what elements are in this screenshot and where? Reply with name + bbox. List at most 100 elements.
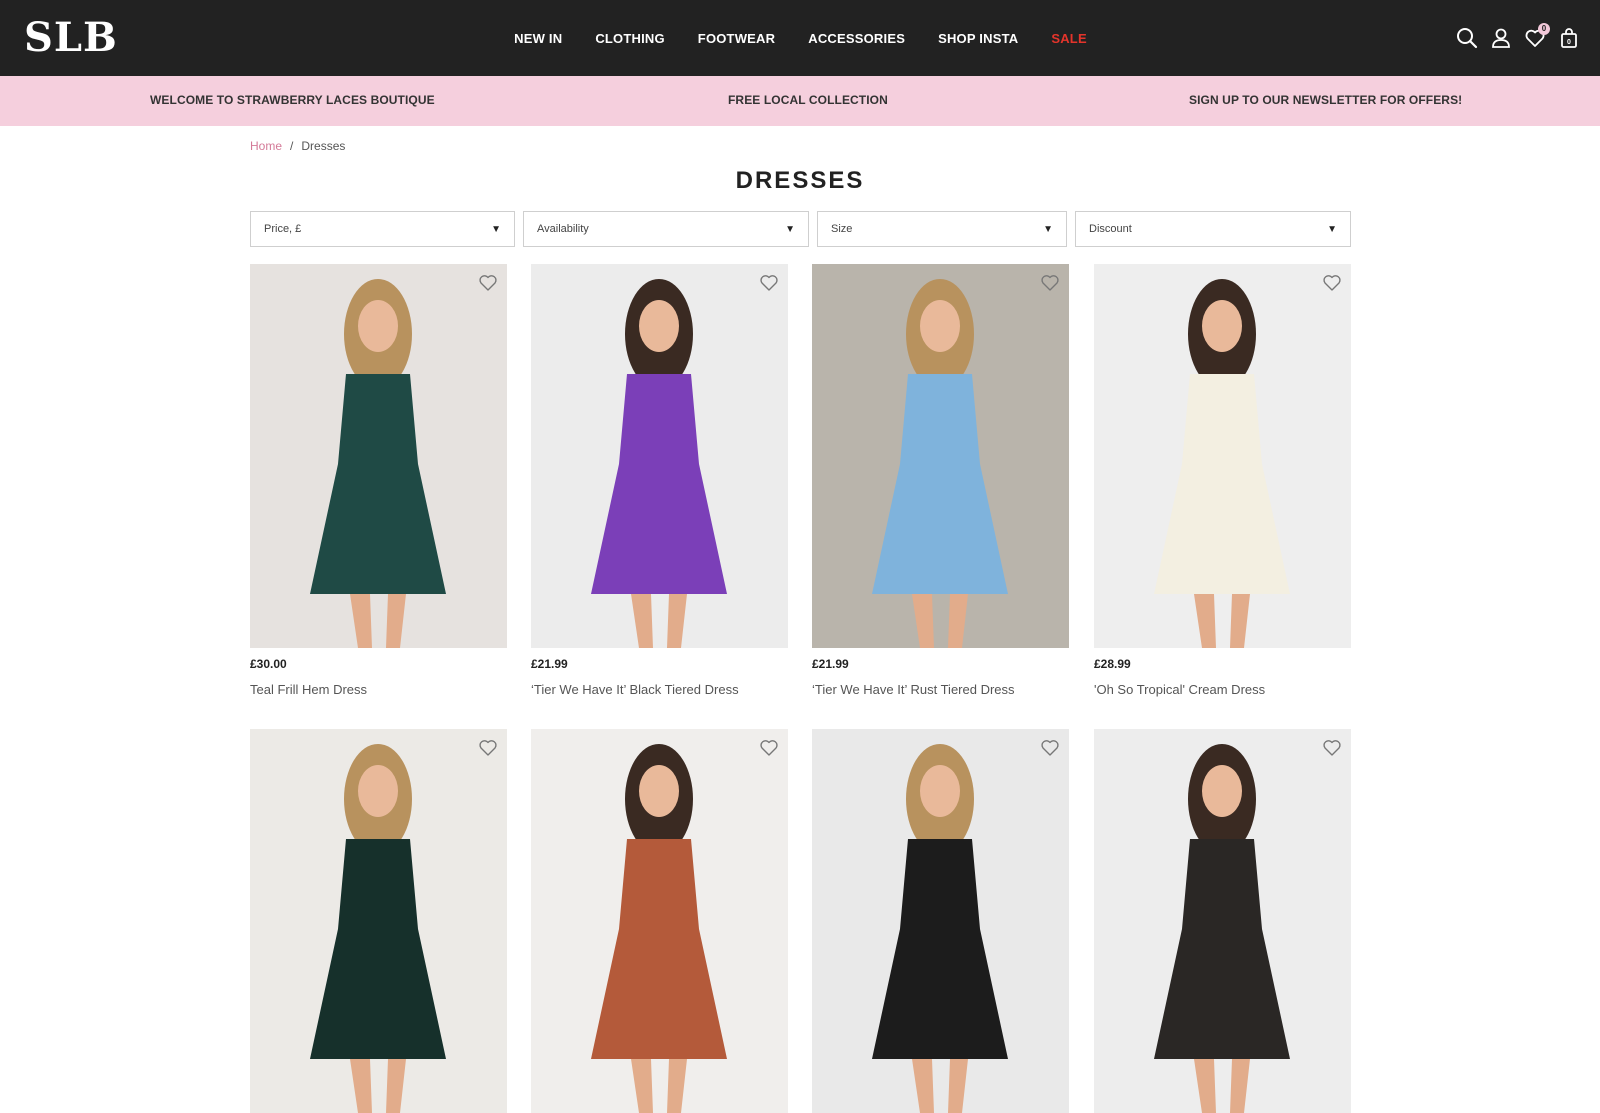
nav-new-in[interactable]: NEW IN	[514, 31, 562, 46]
model-figure	[1154, 279, 1290, 648]
product-card[interactable]	[250, 729, 507, 1113]
filter-size[interactable]: Size ▼	[817, 211, 1067, 247]
product-price: £30.00	[250, 657, 287, 671]
wishlist-heart-icon[interactable]	[478, 273, 498, 293]
breadcrumb: Home / Dresses	[250, 139, 345, 153]
product-card[interactable]: £21.99 ‘Tier We Have It’ Rust Tiered Dre…	[812, 264, 1069, 697]
chevron-down-icon: ▼	[785, 223, 795, 235]
wishlist-heart-icon[interactable]	[478, 738, 498, 758]
wishlist-heart-icon[interactable]	[1040, 738, 1060, 758]
model-dress	[1154, 839, 1290, 1059]
model-legs	[631, 1059, 687, 1113]
chevron-down-icon: ▼	[1327, 223, 1337, 235]
promo-collection[interactable]: FREE LOCAL COLLECTION	[728, 93, 888, 107]
model-face	[920, 765, 960, 817]
model-legs	[1194, 1059, 1250, 1113]
product-card[interactable]: £30.00 Teal Frill Hem Dress	[250, 264, 507, 697]
product-price: £28.99	[1094, 657, 1131, 671]
wishlist-icon[interactable]: 0	[1524, 23, 1550, 49]
wishlist-heart-icon[interactable]	[759, 738, 779, 758]
nav-shop-insta[interactable]: SHOP INSTA	[938, 31, 1018, 46]
model-face	[1202, 765, 1242, 817]
wishlist-heart-icon[interactable]	[1322, 273, 1342, 293]
model-legs	[350, 1059, 406, 1113]
product-image[interactable]	[812, 729, 1069, 1113]
model-legs	[912, 1059, 968, 1113]
promo-strip: WELCOME TO STRAWBERRY LACES BOUTIQUE FRE…	[0, 76, 1600, 126]
product-name[interactable]: ‘Tier We Have It’ Rust Tiered Dress	[812, 682, 1015, 697]
model-dress	[310, 839, 446, 1059]
product-card[interactable]	[1094, 729, 1351, 1113]
model-face	[358, 765, 398, 817]
promo-newsletter[interactable]: SIGN UP TO OUR NEWSLETTER FOR OFFERS!	[1189, 93, 1462, 107]
product-price: £21.99	[812, 657, 849, 671]
model-figure	[872, 279, 1008, 648]
product-card[interactable]: £21.99 ‘Tier We Have It’ Black Tiered Dr…	[531, 264, 788, 697]
product-card[interactable]	[531, 729, 788, 1113]
nav-accessories[interactable]: ACCESSORIES	[808, 31, 905, 46]
model-dress	[591, 374, 727, 594]
header-icons: 0 0	[1456, 23, 1580, 52]
chevron-down-icon: ▼	[491, 223, 501, 235]
product-name[interactable]: 'Oh So Tropical' Cream Dress	[1094, 682, 1265, 697]
product-card[interactable]	[812, 729, 1069, 1113]
product-image[interactable]	[531, 264, 788, 648]
model-dress	[872, 839, 1008, 1059]
filter-size-label: Size	[831, 223, 853, 235]
filter-price-label: Price, £	[264, 223, 302, 235]
model-legs	[350, 594, 406, 648]
main-nav: NEW IN CLOTHING FOOTWEAR ACCESSORIES SHO…	[0, 0, 1600, 76]
account-icon[interactable]	[1490, 27, 1512, 49]
model-dress	[872, 374, 1008, 594]
model-legs	[912, 594, 968, 648]
search-icon[interactable]	[1456, 27, 1478, 49]
product-name[interactable]: Teal Frill Hem Dress	[250, 682, 367, 697]
model-dress	[1154, 374, 1290, 594]
wishlist-heart-icon[interactable]	[759, 273, 779, 293]
filter-price[interactable]: Price, £ ▼	[250, 211, 515, 247]
filter-availability[interactable]: Availability ▼	[523, 211, 809, 247]
model-dress	[591, 839, 727, 1059]
bag-count: 0	[1567, 39, 1571, 46]
product-image[interactable]	[250, 729, 507, 1113]
product-card[interactable]: £28.99 'Oh So Tropical' Cream Dress	[1094, 264, 1351, 697]
product-name[interactable]: ‘Tier We Have It’ Black Tiered Dress	[531, 682, 739, 697]
model-figure	[310, 744, 446, 1113]
breadcrumb-separator: /	[290, 139, 294, 153]
filter-discount[interactable]: Discount ▼	[1075, 211, 1351, 247]
model-face	[639, 300, 679, 352]
product-image[interactable]	[250, 264, 507, 648]
bag-icon[interactable]: 0	[1558, 27, 1580, 49]
model-figure	[310, 279, 446, 648]
breadcrumb-home[interactable]: Home	[250, 139, 282, 153]
top-navigation-bar: SLB NEW IN CLOTHING FOOTWEAR ACCESSORIES…	[0, 0, 1600, 76]
chevron-down-icon: ▼	[1043, 223, 1053, 235]
model-legs	[631, 594, 687, 648]
product-price: £21.99	[531, 657, 568, 671]
model-figure	[591, 744, 727, 1113]
model-dress	[310, 374, 446, 594]
model-legs	[1194, 594, 1250, 648]
nav-clothing[interactable]: CLOTHING	[595, 31, 664, 46]
product-image[interactable]	[1094, 264, 1351, 648]
model-face	[639, 765, 679, 817]
wishlist-heart-icon[interactable]	[1322, 738, 1342, 758]
model-face	[920, 300, 960, 352]
product-image[interactable]	[1094, 729, 1351, 1113]
model-figure	[591, 279, 727, 648]
nav-footwear[interactable]: FOOTWEAR	[698, 31, 775, 46]
filter-discount-label: Discount	[1089, 223, 1132, 235]
wishlist-heart-icon[interactable]	[1040, 273, 1060, 293]
model-figure	[1154, 744, 1290, 1113]
model-figure	[872, 744, 1008, 1113]
wishlist-count-badge: 0	[1538, 23, 1550, 35]
filter-availability-label: Availability	[537, 223, 589, 235]
page-title: DRESSES	[735, 167, 865, 194]
product-image[interactable]	[812, 264, 1069, 648]
model-face	[1202, 300, 1242, 352]
nav-sale[interactable]: SALE	[1051, 31, 1086, 46]
product-image[interactable]	[531, 729, 788, 1113]
breadcrumb-current: Dresses	[301, 139, 346, 153]
promo-welcome: WELCOME TO STRAWBERRY LACES BOUTIQUE	[150, 93, 435, 107]
model-face	[358, 300, 398, 352]
